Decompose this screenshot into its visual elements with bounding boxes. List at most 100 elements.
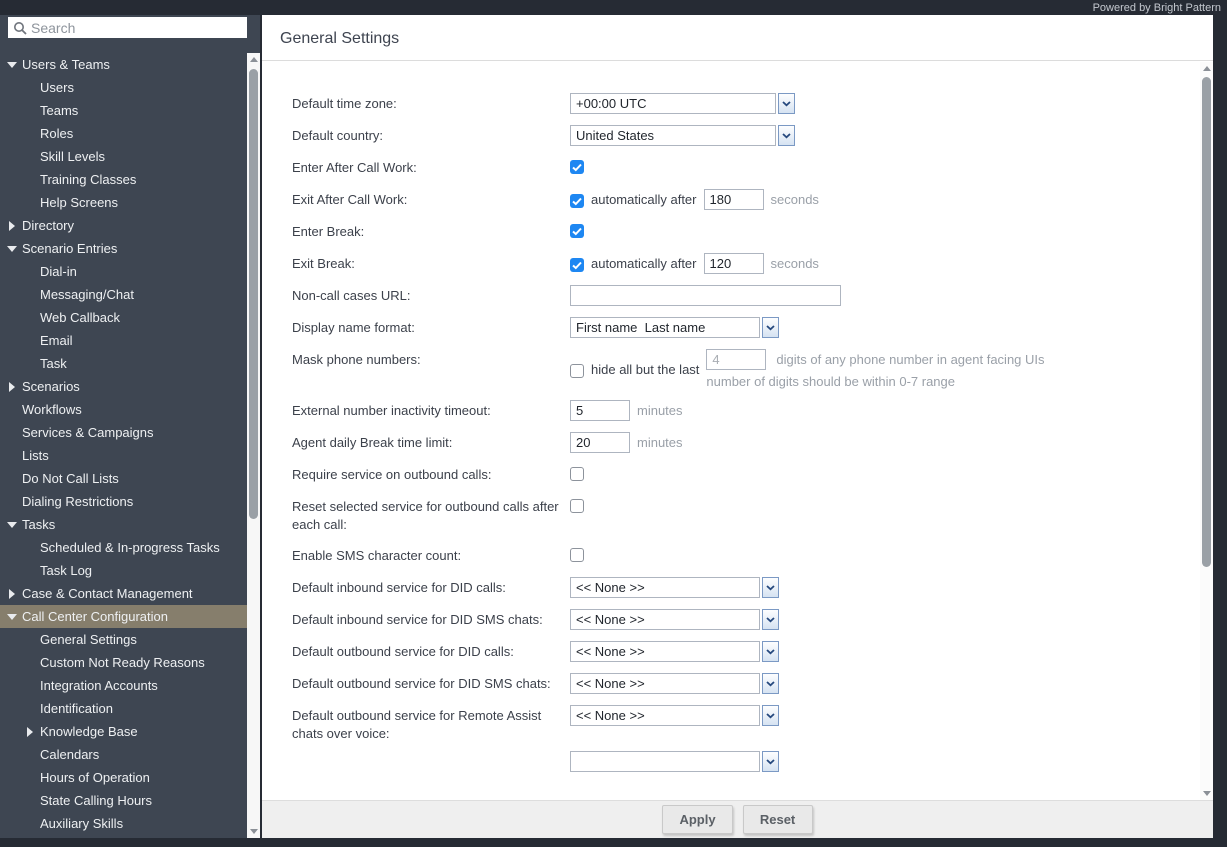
sidebar-item-task-log[interactable]: Task Log [0,559,247,582]
select-value[interactable]: << None >> [570,609,760,630]
partially-visible-select[interactable] [570,751,779,772]
mask-digits-input[interactable]: 4 [706,349,767,370]
tree-expanded-icon[interactable] [7,53,17,76]
sidebar-item-case-contact-management[interactable]: Case & Contact Management [0,582,247,605]
sidebar-item-knowledge-base[interactable]: Knowledge Base [0,720,247,743]
agent-break-limit-input[interactable]: 20 [570,432,630,453]
sidebar-scrollbar[interactable] [247,53,260,838]
sidebar-item-users[interactable]: Users [0,76,247,99]
content-scrollbar[interactable] [1200,62,1213,800]
default-time-zone-select[interactable]: +00:00 UTC [570,93,795,114]
sidebar-item-scenario-entries[interactable]: Scenario Entries [0,237,247,260]
sidebar-item-skill-levels[interactable]: Skill Levels [0,145,247,168]
exit-acw-seconds-input[interactable]: 180 [703,189,764,210]
sidebar-item-general-settings[interactable]: General Settings [0,628,247,651]
mask-phone-numbers-checkbox[interactable] [570,363,584,378]
tree-expanded-icon[interactable] [7,513,17,536]
scroll-down-icon[interactable] [247,825,260,838]
sidebar-item-directory[interactable]: Directory [0,214,247,237]
select-value[interactable]: << None >> [570,705,760,726]
sidebar-item-roles[interactable]: Roles [0,122,247,145]
select-value[interactable] [570,751,760,772]
sidebar-item-dial-in[interactable]: Dial-in [0,260,247,283]
form-row-require-service: Require service on outbound calls: [292,464,1200,485]
chevron-down-icon[interactable] [762,577,779,598]
sidebar-item-custom-not-ready-reasons[interactable]: Custom Not Ready Reasons [0,651,247,674]
select-value[interactable]: United States [570,125,776,146]
sidebar-item-scenarios[interactable]: Scenarios [0,375,247,398]
inbound-did-sms-select[interactable]: << None >> [570,609,779,630]
chevron-down-icon[interactable] [762,751,779,772]
tree-collapsed-icon[interactable] [7,214,17,237]
enter-after-call-work-checkbox[interactable] [570,160,584,174]
sidebar-item-call-center-configuration[interactable]: Call Center Configuration [0,605,247,628]
scroll-up-icon[interactable] [1200,62,1213,75]
sidebar-item-integration-accounts[interactable]: Integration Accounts [0,674,247,697]
enter-break-checkbox[interactable] [570,224,584,238]
require-service-checkbox[interactable] [570,467,584,481]
outbound-did-sms-select[interactable]: << None >> [570,673,779,694]
exit-break-seconds-input[interactable]: 120 [703,253,764,274]
tree-expanded-icon[interactable] [7,605,17,628]
sidebar-item-teams[interactable]: Teams [0,99,247,122]
sidebar-item-calendars[interactable]: Calendars [0,743,247,766]
sidebar-item-messaging-chat[interactable]: Messaging/Chat [0,283,247,306]
chevron-down-icon[interactable] [762,673,779,694]
exit-after-call-work-checkbox[interactable] [570,194,584,208]
sidebar-item-task[interactable]: Task [0,352,247,375]
default-country-select[interactable]: United States [570,125,795,146]
tree-expanded-icon[interactable] [7,237,17,260]
sidebar-item-language-skills[interactable]: Language Skills [0,835,247,838]
non-call-cases-url-input[interactable] [570,285,841,306]
outbound-did-calls-select[interactable]: << None >> [570,641,779,662]
chevron-down-icon[interactable] [778,125,795,146]
sidebar-item-email[interactable]: Email [0,329,247,352]
field-label: Reset selected service for outbound call… [292,499,559,532]
display-name-format-select[interactable]: First name Last name [570,317,779,338]
chevron-down-icon[interactable] [762,317,779,338]
sidebar-item-users-teams[interactable]: Users & Teams [0,53,247,76]
sidebar-item-identification[interactable]: Identification [0,697,247,720]
chevron-down-icon[interactable] [762,705,779,726]
sidebar-item-state-calling-hours[interactable]: State Calling Hours [0,789,247,812]
select-value[interactable]: << None >> [570,577,760,598]
scrollbar-thumb[interactable] [249,69,258,519]
sidebar-item-web-callback[interactable]: Web Callback [0,306,247,329]
sidebar-item-do-not-call-lists[interactable]: Do Not Call Lists [0,467,247,490]
sidebar-item-hours-of-operation[interactable]: Hours of Operation [0,766,247,789]
tree-collapsed-icon[interactable] [7,375,17,398]
search-input[interactable] [31,19,247,36]
tree-collapsed-icon[interactable] [7,582,17,605]
sidebar-item-scheduled-in-progress-tasks[interactable]: Scheduled & In-progress Tasks [0,536,247,559]
scrollbar-thumb[interactable] [1202,77,1211,567]
remote-assist-select[interactable]: << None >> [570,705,779,726]
reset-selected-service-checkbox[interactable] [570,499,584,513]
field-label: Exit Break: [292,256,355,271]
sidebar-item-tasks[interactable]: Tasks [0,513,247,536]
tree-collapsed-icon[interactable] [25,720,35,743]
sidebar-item-dialing-restrictions[interactable]: Dialing Restrictions [0,490,247,513]
chevron-down-icon[interactable] [762,641,779,662]
unit-label: seconds [770,256,819,271]
inbound-did-calls-select[interactable]: << None >> [570,577,779,598]
sidebar-item-help-screens[interactable]: Help Screens [0,191,247,214]
scroll-down-icon[interactable] [1200,787,1213,800]
sidebar-item-services-campaigns[interactable]: Services & Campaigns [0,421,247,444]
scroll-up-icon[interactable] [247,53,260,66]
sidebar-item-lists[interactable]: Lists [0,444,247,467]
chevron-down-icon[interactable] [762,609,779,630]
enable-sms-count-checkbox[interactable] [570,548,584,562]
sidebar-item-auxiliary-skills[interactable]: Auxiliary Skills [0,812,247,835]
select-value[interactable]: << None >> [570,673,760,694]
select-value[interactable]: First name Last name [570,317,760,338]
external-inactivity-timeout-input[interactable]: 5 [570,400,630,421]
select-value[interactable]: +00:00 UTC [570,93,776,114]
exit-break-checkbox[interactable] [570,258,584,272]
sidebar-item-workflows[interactable]: Workflows [0,398,247,421]
select-value[interactable]: << None >> [570,641,760,662]
apply-button[interactable]: Apply [662,805,733,834]
reset-button[interactable]: Reset [742,805,813,834]
sidebar-item-training-classes[interactable]: Training Classes [0,168,247,191]
search-box[interactable] [8,17,247,38]
chevron-down-icon[interactable] [778,93,795,114]
